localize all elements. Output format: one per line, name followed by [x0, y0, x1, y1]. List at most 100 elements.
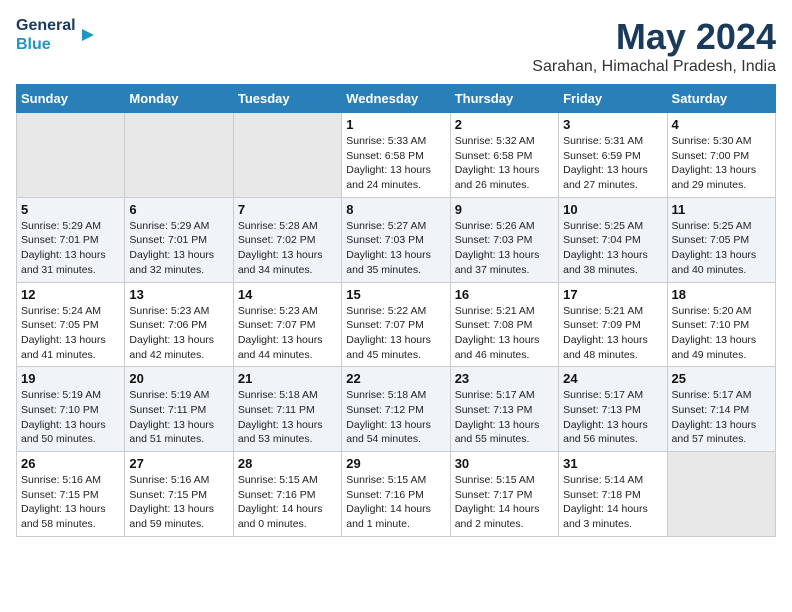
day-info: Sunrise: 5:29 AM Sunset: 7:01 PM Dayligh…: [129, 219, 228, 278]
calendar-cell: 21Sunrise: 5:18 AM Sunset: 7:11 PM Dayli…: [233, 367, 341, 452]
calendar-cell: 25Sunrise: 5:17 AM Sunset: 7:14 PM Dayli…: [667, 367, 775, 452]
calendar-cell: 20 Sunrise: 5:19 AM Sunset: 7:11 PM Dayli…: [125, 367, 233, 452]
month-year: May 2024: [532, 16, 776, 58]
day-info: Sunrise: 5:19 AM Sunset: 7:10 PM Dayligh…: [21, 388, 120, 447]
day-info: Sunrise: 5:29 AM Sunset: 7:01 PM Dayligh…: [21, 219, 120, 278]
calendar-cell: 22Sunrise: 5:18 AM Sunset: 7:12 PM Dayli…: [342, 367, 450, 452]
day-info: Sunrise: 5:15 AM Sunset: 7:16 PM Dayligh…: [238, 473, 337, 532]
day-number: 20: [129, 371, 228, 386]
day-info: Sunrise: 5:18 AM Sunset: 7:11 PM Dayligh…: [238, 388, 337, 447]
weekday-header: Tuesday: [233, 85, 341, 113]
calendar-cell: 28 Sunrise: 5:15 AM Sunset: 7:16 PM Dayli…: [233, 452, 341, 537]
day-info: Sunrise: 5:25 AM Sunset: 7:04 PM Dayligh…: [563, 219, 662, 278]
calendar-cell: 11 Sunrise: 5:25 AM Sunset: 7:05 PM Dayli…: [667, 197, 775, 282]
logo: General Blue: [16, 16, 100, 54]
calendar-cell: 8 Sunrise: 5:27 AM Sunset: 7:03 PM Daylig…: [342, 197, 450, 282]
day-info: Sunrise: 5:17 AM Sunset: 7:13 PM Dayligh…: [455, 388, 554, 447]
day-number: 18: [672, 287, 771, 302]
day-number: 8: [346, 202, 445, 217]
day-number: 13: [129, 287, 228, 302]
day-number: 27: [129, 456, 228, 471]
weekday-header: Wednesday: [342, 85, 450, 113]
day-info: Sunrise: 5:21 AM Sunset: 7:09 PM Dayligh…: [563, 304, 662, 363]
calendar-cell: 7 Sunrise: 5:28 AM Sunset: 7:02 PM Daylig…: [233, 197, 341, 282]
day-info: Sunrise: 5:15 AM Sunset: 7:16 PM Dayligh…: [346, 473, 445, 532]
day-info: Sunrise: 5:19 AM Sunset: 7:11 PM Dayligh…: [129, 388, 228, 447]
calendar-week-row: 12Sunrise: 5:24 AM Sunset: 7:05 PM Dayli…: [17, 282, 776, 367]
day-number: 6: [129, 202, 228, 217]
day-info: Sunrise: 5:32 AM Sunset: 6:58 PM Dayligh…: [455, 134, 554, 193]
calendar-cell: 6 Sunrise: 5:29 AM Sunset: 7:01 PM Daylig…: [125, 197, 233, 282]
calendar-cell: 10Sunrise: 5:25 AM Sunset: 7:04 PM Dayli…: [559, 197, 667, 282]
day-info: Sunrise: 5:28 AM Sunset: 7:02 PM Dayligh…: [238, 219, 337, 278]
day-number: 7: [238, 202, 337, 217]
day-info: Sunrise: 5:20 AM Sunset: 7:10 PM Dayligh…: [672, 304, 771, 363]
calendar-cell: 12Sunrise: 5:24 AM Sunset: 7:05 PM Dayli…: [17, 282, 125, 367]
page-header: General Blue May 2024 Sarahan, Himachal …: [16, 16, 776, 76]
logo-chevron-icon: [80, 25, 100, 45]
day-number: 28: [238, 456, 337, 471]
day-number: 25: [672, 371, 771, 386]
calendar-cell: 17Sunrise: 5:21 AM Sunset: 7:09 PM Dayli…: [559, 282, 667, 367]
day-number: 9: [455, 202, 554, 217]
calendar-cell: 30 Sunrise: 5:15 AM Sunset: 7:17 PM Dayli…: [450, 452, 558, 537]
day-number: 5: [21, 202, 120, 217]
calendar-cell: 18 Sunrise: 5:20 AM Sunset: 7:10 PM Dayli…: [667, 282, 775, 367]
day-number: 14: [238, 287, 337, 302]
calendar-cell: 31 Sunrise: 5:14 AM Sunset: 7:18 PM Dayli…: [559, 452, 667, 537]
calendar-cell: 9Sunrise: 5:26 AM Sunset: 7:03 PM Daylig…: [450, 197, 558, 282]
day-number: 2: [455, 117, 554, 132]
day-info: Sunrise: 5:21 AM Sunset: 7:08 PM Dayligh…: [455, 304, 554, 363]
logo-text: General Blue: [16, 16, 76, 54]
day-info: Sunrise: 5:30 AM Sunset: 7:00 PM Dayligh…: [672, 134, 771, 193]
weekday-header: Saturday: [667, 85, 775, 113]
day-info: Sunrise: 5:23 AM Sunset: 7:06 PM Dayligh…: [129, 304, 228, 363]
weekday-header-row: SundayMondayTuesdayWednesdayThursdayFrid…: [17, 85, 776, 113]
calendar-cell: 29 Sunrise: 5:15 AM Sunset: 7:16 PM Dayli…: [342, 452, 450, 537]
day-info: Sunrise: 5:16 AM Sunset: 7:15 PM Dayligh…: [21, 473, 120, 532]
day-number: 19: [21, 371, 120, 386]
calendar-cell: [17, 113, 125, 198]
day-number: 4: [672, 117, 771, 132]
day-number: 22: [346, 371, 445, 386]
day-number: 31: [563, 456, 662, 471]
day-info: Sunrise: 5:31 AM Sunset: 6:59 PM Dayligh…: [563, 134, 662, 193]
day-info: Sunrise: 5:15 AM Sunset: 7:17 PM Dayligh…: [455, 473, 554, 532]
day-info: Sunrise: 5:17 AM Sunset: 7:13 PM Dayligh…: [563, 388, 662, 447]
calendar-cell: 14 Sunrise: 5:23 AM Sunset: 7:07 PM Dayli…: [233, 282, 341, 367]
calendar-cell: 16 Sunrise: 5:21 AM Sunset: 7:08 PM Dayli…: [450, 282, 558, 367]
day-info: Sunrise: 5:27 AM Sunset: 7:03 PM Dayligh…: [346, 219, 445, 278]
weekday-header: Sunday: [17, 85, 125, 113]
day-number: 30: [455, 456, 554, 471]
calendar-cell: 4 Sunrise: 5:30 AM Sunset: 7:00 PM Daylig…: [667, 113, 775, 198]
day-info: Sunrise: 5:23 AM Sunset: 7:07 PM Dayligh…: [238, 304, 337, 363]
day-number: 16: [455, 287, 554, 302]
calendar-cell: 19 Sunrise: 5:19 AM Sunset: 7:10 PM Dayli…: [17, 367, 125, 452]
day-info: Sunrise: 5:14 AM Sunset: 7:18 PM Dayligh…: [563, 473, 662, 532]
calendar-week-row: 19 Sunrise: 5:19 AM Sunset: 7:10 PM Dayli…: [17, 367, 776, 452]
calendar-cell: 13 Sunrise: 5:23 AM Sunset: 7:06 PM Dayli…: [125, 282, 233, 367]
weekday-header: Friday: [559, 85, 667, 113]
calendar-cell: 24 Sunrise: 5:17 AM Sunset: 7:13 PM Dayli…: [559, 367, 667, 452]
day-number: 12: [21, 287, 120, 302]
day-number: 24: [563, 371, 662, 386]
day-number: 29: [346, 456, 445, 471]
calendar-cell: [125, 113, 233, 198]
calendar-cell: [667, 452, 775, 537]
calendar-week-row: 5 Sunrise: 5:29 AM Sunset: 7:01 PM Daylig…: [17, 197, 776, 282]
day-number: 23: [455, 371, 554, 386]
day-info: Sunrise: 5:25 AM Sunset: 7:05 PM Dayligh…: [672, 219, 771, 278]
calendar-cell: 27 Sunrise: 5:16 AM Sunset: 7:15 PM Dayli…: [125, 452, 233, 537]
day-info: Sunrise: 5:16 AM Sunset: 7:15 PM Dayligh…: [129, 473, 228, 532]
day-info: Sunrise: 5:33 AM Sunset: 6:58 PM Dayligh…: [346, 134, 445, 193]
calendar-cell: 1 Sunrise: 5:33 AM Sunset: 6:58 PM Daylig…: [342, 113, 450, 198]
day-number: 26: [21, 456, 120, 471]
calendar-week-row: 1 Sunrise: 5:33 AM Sunset: 6:58 PM Daylig…: [17, 113, 776, 198]
weekday-header: Monday: [125, 85, 233, 113]
calendar-cell: 5 Sunrise: 5:29 AM Sunset: 7:01 PM Daylig…: [17, 197, 125, 282]
day-number: 11: [672, 202, 771, 217]
location: Sarahan, Himachal Pradesh, India: [532, 58, 776, 76]
calendar-cell: [233, 113, 341, 198]
calendar-cell: 26 Sunrise: 5:16 AM Sunset: 7:15 PM Dayli…: [17, 452, 125, 537]
day-number: 1: [346, 117, 445, 132]
